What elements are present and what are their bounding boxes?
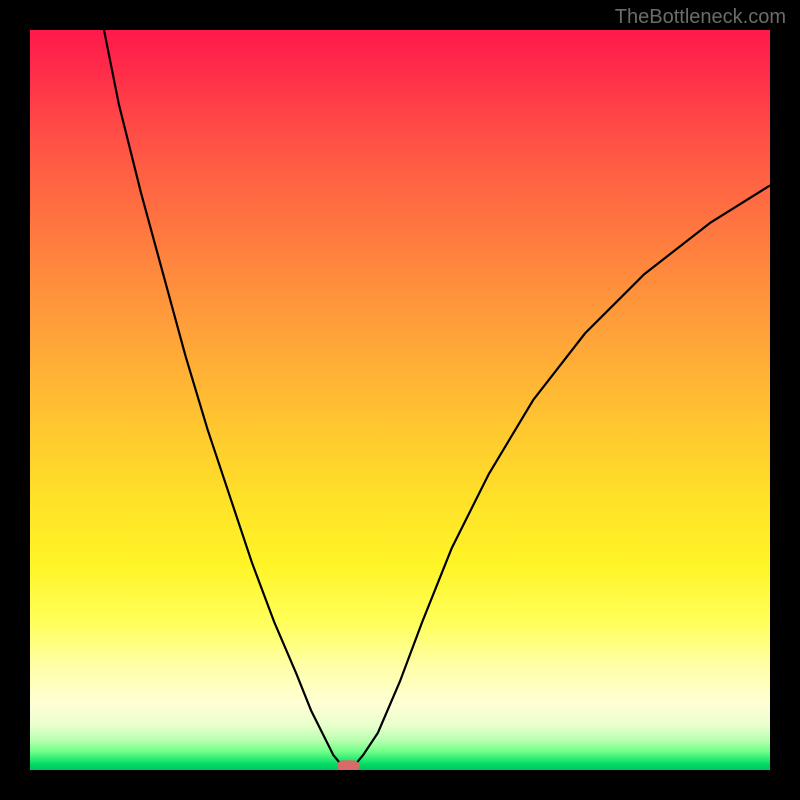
watermark-text: TheBottleneck.com (615, 6, 786, 29)
bottleneck-curve (104, 30, 770, 766)
chart-svg (30, 30, 770, 770)
optimal-marker (337, 760, 359, 770)
chart-plot-area (30, 30, 770, 770)
